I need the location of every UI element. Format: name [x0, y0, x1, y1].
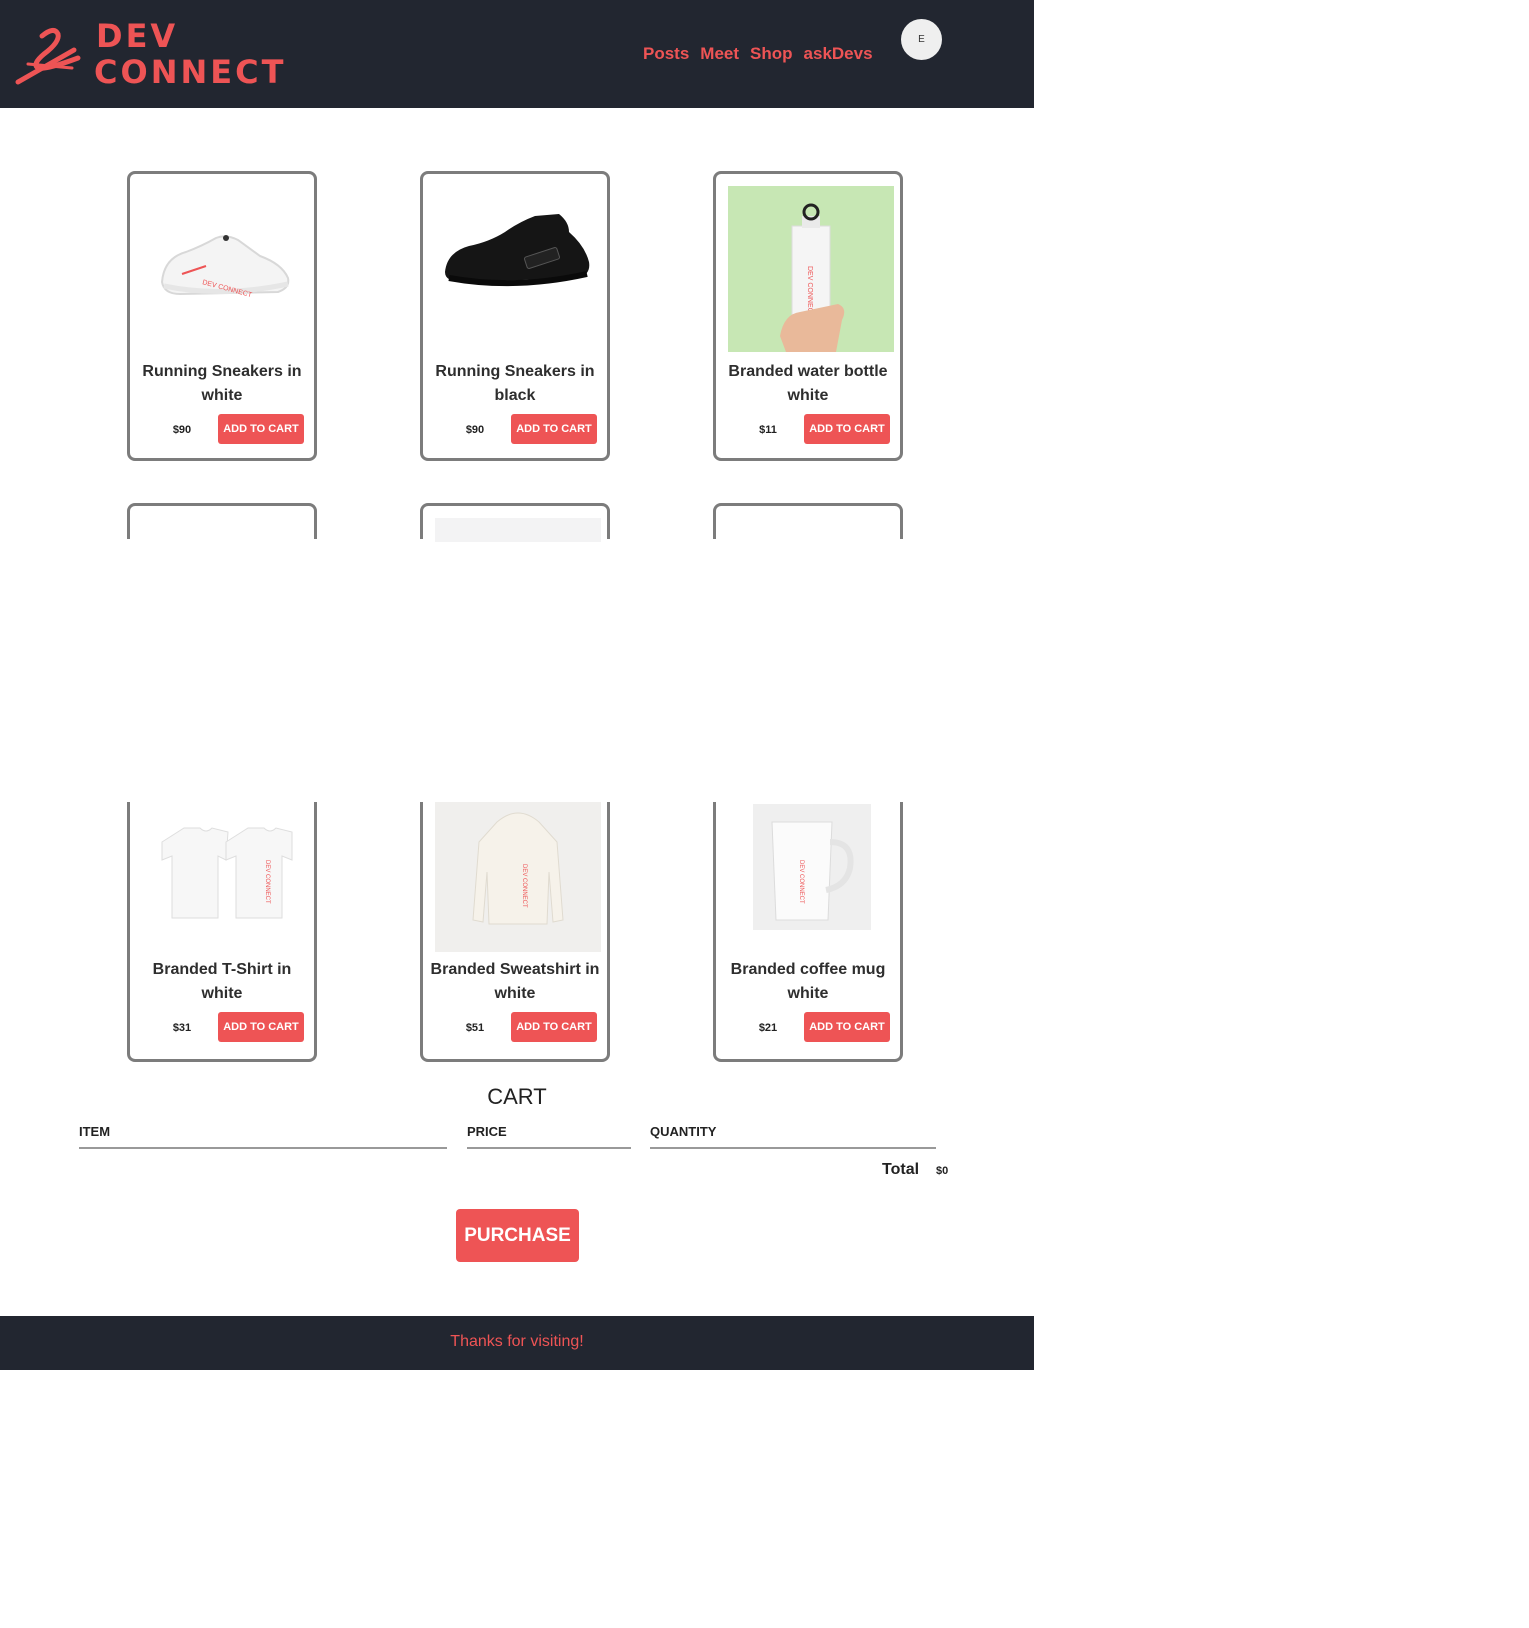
cart-title: CART — [487, 1084, 547, 1109]
footer-text: Thanks for visiting! — [450, 1333, 584, 1350]
product-card: DEV CONNECT Running Sneakers in white $9… — [127, 171, 317, 461]
product-price: $11 — [759, 424, 777, 436]
product-card: DEV CONNECT Branded T-Shirt in white $31… — [127, 802, 317, 1062]
product-title: Running Sneakers in black — [435, 363, 595, 404]
product-title: Branded Sweatshirt in white — [430, 961, 600, 1002]
product-card-placeholder — [420, 503, 610, 542]
product-card: DEV CONNECT Branded Sweatshirt in white … — [420, 802, 610, 1062]
brand-name-line2: CONNECT — [94, 53, 287, 91]
nav-link-meet[interactable]: Meet — [700, 44, 739, 64]
image-placeholder — [435, 518, 601, 542]
product-price: $21 — [758, 1022, 778, 1034]
main-nav: Posts Meet Shop askDevs — [643, 44, 873, 64]
cart-column-quantity: QUANTITY — [650, 1124, 936, 1149]
brand-name-line1: DEV — [96, 17, 179, 55]
product-price: $31 — [172, 1022, 192, 1034]
page-footer: Thanks for visiting! — [0, 1316, 1034, 1370]
product-price: $90 — [465, 424, 485, 436]
product-title: Running Sneakers in white — [142, 363, 302, 404]
product-price: $90 — [172, 424, 192, 436]
product-card: DEV CONNECT Branded water bottle white $… — [713, 171, 903, 461]
nav-link-askdevs[interactable]: askDevs — [804, 44, 873, 64]
sweatshirt-image: DEV CONNECT — [435, 802, 601, 952]
product-title: Branded coffee mug white — [730, 961, 886, 1002]
product-card: DEV CONNECT Branded coffee mug white $21… — [713, 802, 903, 1062]
product-card-placeholder — [713, 503, 903, 539]
product-card: Running Sneakers in black $90 ADD TO CAR… — [420, 171, 610, 461]
black-sneaker-image — [435, 186, 601, 352]
add-to-cart-button[interactable]: ADD TO CART — [511, 1012, 597, 1042]
purchase-button[interactable]: PURCHASE — [456, 1209, 579, 1262]
shop-page: DEV CONNECT Posts Meet Shop askDevs E DE… — [0, 0, 1034, 1370]
add-to-cart-button[interactable]: ADD TO CART — [511, 414, 597, 444]
user-avatar[interactable]: E — [901, 19, 942, 60]
add-to-cart-button[interactable]: ADD TO CART — [218, 414, 304, 444]
cart-column-price: PRICE — [467, 1124, 631, 1149]
product-card-placeholder — [127, 503, 317, 539]
top-header: DEV CONNECT Posts Meet Shop askDevs E — [0, 0, 1034, 108]
cart-column-item: ITEM — [79, 1124, 447, 1149]
add-to-cart-button[interactable]: ADD TO CART — [804, 1012, 890, 1042]
svg-text:DEV CONNECT: DEV CONNECT — [264, 860, 270, 904]
product-price: $51 — [465, 1022, 485, 1034]
white-sneaker-image: DEV CONNECT — [142, 186, 308, 352]
add-to-cart-button[interactable]: ADD TO CART — [804, 414, 890, 444]
water-bottle-image: DEV CONNECT — [728, 186, 894, 352]
nav-link-shop[interactable]: Shop — [750, 44, 793, 64]
logo-mark-icon — [15, 28, 81, 85]
brand-logo[interactable]: DEV CONNECT — [14, 17, 283, 90]
add-to-cart-button[interactable]: ADD TO CART — [218, 1012, 304, 1042]
svg-text:DEV CONNECT: DEV CONNECT — [521, 864, 527, 908]
cart-total-label: Total — [882, 1161, 920, 1178]
product-title: Branded T-Shirt in white — [152, 961, 292, 1002]
tshirt-image: DEV CONNECT — [142, 802, 308, 952]
cart-total-value: $0 — [936, 1165, 949, 1177]
coffee-mug-image: DEV CONNECT — [728, 802, 894, 952]
product-title: Branded water bottle white — [728, 363, 888, 404]
svg-text:DEV CONNECT: DEV CONNECT — [798, 860, 804, 904]
nav-link-posts[interactable]: Posts — [643, 44, 689, 64]
